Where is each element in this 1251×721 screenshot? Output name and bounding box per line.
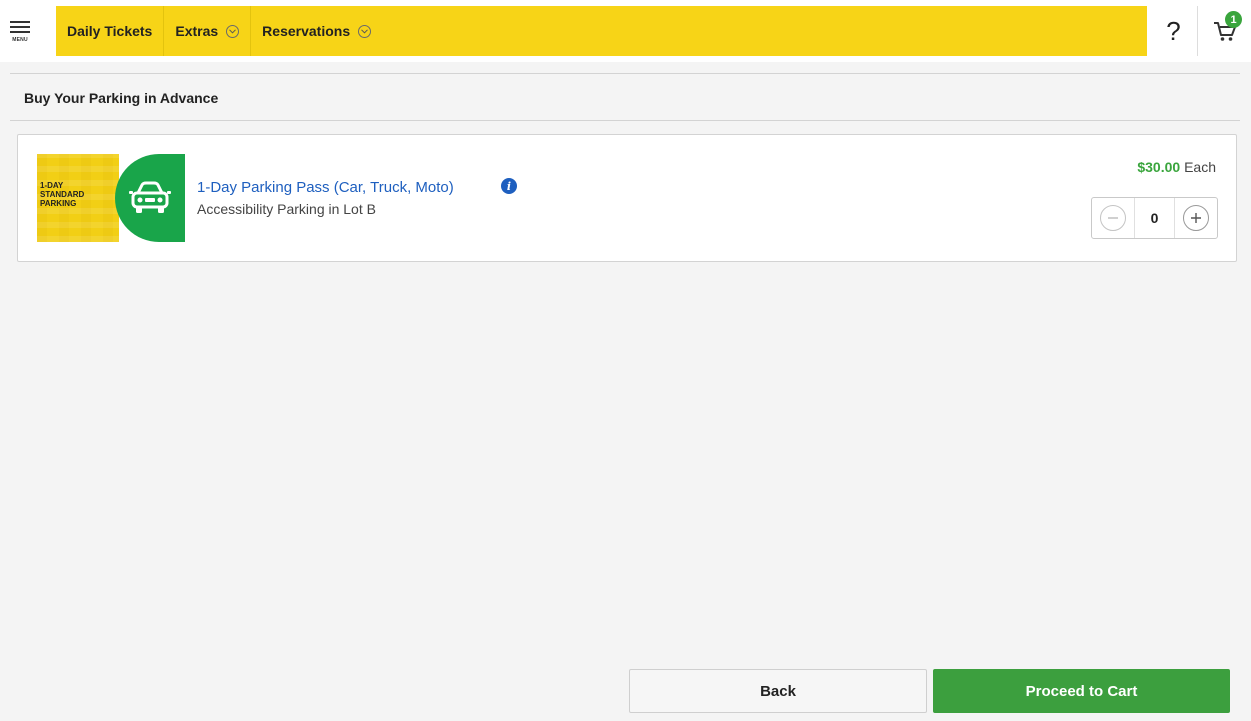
thumbnail-text: 1-DAY STANDARD PARKING bbox=[40, 181, 84, 208]
thumbnail-text-line: STANDARD bbox=[40, 190, 85, 199]
car-icon bbox=[129, 181, 171, 213]
nav-reservations[interactable]: Reservations bbox=[250, 6, 382, 56]
nav-daily-tickets-label: Daily Tickets bbox=[67, 23, 153, 39]
product-thumbnail: 1-DAY STANDARD PARKING bbox=[37, 154, 185, 242]
divider bbox=[10, 73, 1240, 74]
divider bbox=[10, 120, 1240, 121]
decrease-quantity-button[interactable] bbox=[1092, 198, 1134, 238]
quantity-value[interactable]: 0 bbox=[1134, 198, 1175, 238]
thumbnail-yellow-panel: 1-DAY STANDARD PARKING bbox=[37, 154, 119, 242]
plus-icon bbox=[1183, 205, 1209, 231]
hamburger-icon-bar bbox=[10, 31, 30, 33]
price-amount: $30.00 bbox=[1137, 159, 1181, 175]
thumbnail-green-panel bbox=[115, 154, 185, 242]
proceed-to-cart-button[interactable]: Proceed to Cart bbox=[933, 669, 1230, 713]
top-bar: MENU Daily Tickets Extras Reservations ?… bbox=[0, 0, 1251, 62]
chevron-down-icon bbox=[226, 24, 240, 38]
help-button[interactable]: ? bbox=[1150, 6, 1198, 56]
main-nav: Daily Tickets Extras Reservations bbox=[56, 6, 1147, 56]
menu-label: MENU bbox=[12, 36, 28, 43]
nav-reservations-label: Reservations bbox=[262, 23, 351, 39]
thumbnail-text-line: PARKING bbox=[40, 199, 77, 208]
question-mark-icon: ? bbox=[1166, 15, 1181, 46]
thumbnail-text-line: 1-DAY bbox=[40, 181, 64, 190]
product-price: $30.00 Each bbox=[1137, 159, 1216, 175]
cart-count-badge: 1 bbox=[1225, 11, 1242, 28]
back-button[interactable]: Back bbox=[629, 669, 927, 713]
nav-daily-tickets[interactable]: Daily Tickets bbox=[56, 6, 163, 56]
quantity-stepper: 0 bbox=[1091, 197, 1218, 239]
price-suffix: Each bbox=[1184, 159, 1216, 175]
nav-extras-label: Extras bbox=[175, 23, 219, 39]
page-title: Buy Your Parking in Advance bbox=[24, 90, 219, 106]
product-title-link[interactable]: 1-Day Parking Pass (Car, Truck, Moto) bbox=[197, 179, 454, 196]
info-icon[interactable]: i bbox=[501, 178, 517, 194]
menu-button[interactable]: MENU bbox=[0, 0, 40, 62]
hamburger-icon bbox=[10, 21, 30, 23]
product-subtitle: Accessibility Parking in Lot B bbox=[197, 201, 376, 217]
product-card: 1-DAY STANDARD PARKING 1-Day Parking Pas… bbox=[17, 134, 1237, 262]
minus-icon bbox=[1100, 205, 1126, 231]
hamburger-icon-bar bbox=[10, 26, 30, 28]
chevron-down-icon bbox=[358, 24, 372, 38]
cart-button[interactable]: 1 bbox=[1199, 6, 1251, 56]
increase-quantity-button[interactable] bbox=[1175, 198, 1217, 238]
nav-extras[interactable]: Extras bbox=[163, 6, 250, 56]
